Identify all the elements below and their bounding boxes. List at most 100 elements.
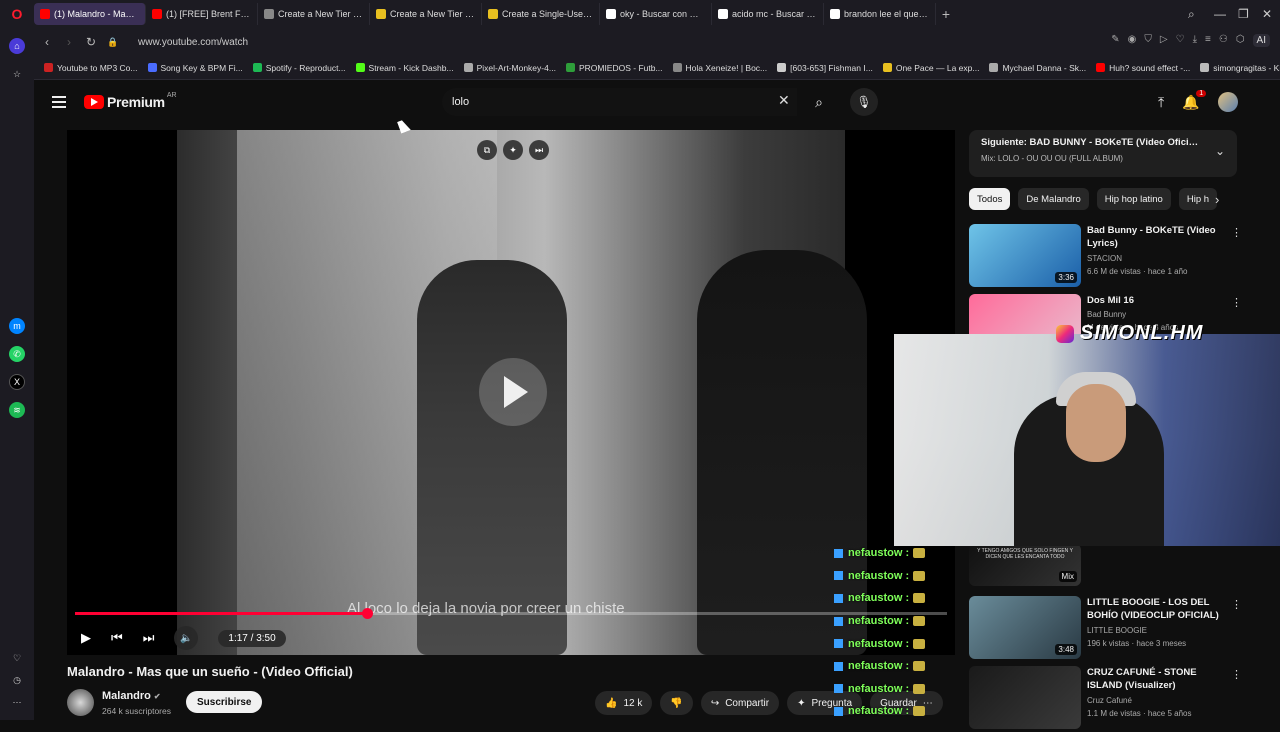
channel-name[interactable]: Malandro bbox=[102, 690, 151, 702]
play-icon[interactable]: ▷ bbox=[1160, 34, 1168, 47]
bookmark-item[interactable]: Pixel-Art-Monkey-4... bbox=[463, 63, 556, 73]
search-icon[interactable]: ⌕ bbox=[802, 88, 836, 116]
filter-chip[interactable]: Hip h bbox=[1178, 188, 1218, 210]
progress-bar[interactable] bbox=[75, 608, 947, 619]
search-input[interactable]: lolo bbox=[442, 88, 797, 116]
heart-icon[interactable]: ♡ bbox=[1176, 34, 1185, 47]
messenger-icon[interactable]: m bbox=[9, 318, 25, 334]
recommendation-title[interactable]: Bad Bunny - BOKeTE (Video Lyrics) bbox=[1087, 224, 1225, 250]
recommendation-thumbnail[interactable]: Y TENGO AMIGOS QUE SOLO FINGEN Y DICEN Q… bbox=[969, 544, 1081, 586]
recommendation-item[interactable]: Y TENGO AMIGOS QUE SOLO FINGEN Y DICEN Q… bbox=[969, 544, 1244, 590]
browser-tab[interactable]: brandon lee el queschuga bbox=[824, 3, 936, 25]
copy-icon[interactable]: ⧉ bbox=[477, 140, 497, 160]
youtube-logo[interactable]: Premium AR bbox=[84, 92, 177, 110]
channel-avatar[interactable] bbox=[67, 689, 94, 716]
bookmark-item[interactable]: simongragitas - Kic... bbox=[1200, 63, 1280, 73]
home-icon[interactable]: ⌂ bbox=[9, 38, 25, 54]
bookmark-item[interactable]: Stream - Kick Dashb... bbox=[355, 63, 454, 73]
big-play-icon[interactable] bbox=[479, 358, 547, 426]
recommendation-title[interactable]: LITTLE BOOGIE - LOS DEL BOHÍO (VIDEOCLIP… bbox=[1087, 596, 1225, 622]
next-icon[interactable]: ⏭ bbox=[143, 630, 155, 646]
chevron-right-icon[interactable]: › bbox=[1215, 192, 1219, 207]
search-tabs-icon[interactable]: ⌕ bbox=[1188, 0, 1195, 28]
dislike-button[interactable]: 👎 bbox=[660, 691, 693, 715]
forward-icon[interactable]: › bbox=[58, 35, 80, 49]
history-icon[interactable]: ◷ bbox=[9, 672, 25, 688]
previous-icon[interactable]: ⏮ bbox=[111, 630, 123, 646]
close-window-icon[interactable]: ✕ bbox=[1262, 0, 1272, 28]
recommendation-title[interactable]: Dos Mil 16 bbox=[1087, 294, 1225, 307]
bookmark-item[interactable]: [603-653] Fishman I... bbox=[777, 63, 873, 73]
bookmark-item[interactable]: Hola Xeneize! | Boc... bbox=[672, 63, 767, 73]
browser-tab[interactable]: Create a Single-Use Tier L bbox=[482, 3, 600, 25]
filter-chip[interactable]: Hip hop latino bbox=[1096, 188, 1171, 210]
bookmark-item[interactable]: Song Key & BPM Fi... bbox=[147, 63, 243, 73]
notifications-icon[interactable]: 🔔 1 bbox=[1182, 89, 1207, 111]
download-icon[interactable]: ⤓ bbox=[1193, 34, 1197, 47]
spotify-icon[interactable]: ≋ bbox=[9, 402, 25, 418]
minimize-icon[interactable]: — bbox=[1214, 0, 1226, 28]
share-button[interactable]: ↪ Compartir bbox=[700, 691, 780, 715]
verified-icon: ✔ bbox=[153, 692, 161, 701]
skip-icon[interactable]: ⏭ bbox=[529, 140, 549, 160]
whatsapp-icon[interactable]: ✆ bbox=[9, 346, 25, 362]
x-twitter-icon[interactable]: X bbox=[9, 374, 25, 390]
browser-tab[interactable]: oky - Buscar con Google bbox=[600, 3, 712, 25]
recommendation-item[interactable]: CRUZ CAFUNÉ - STONE ISLAND (Visualizer) C… bbox=[969, 666, 1244, 732]
volume-icon[interactable]: 🔈 bbox=[174, 626, 199, 650]
back-icon[interactable]: ‹ bbox=[36, 35, 58, 49]
more-options-icon[interactable]: ⋮ bbox=[1231, 296, 1242, 309]
shield-icon[interactable]: ⛉ bbox=[1144, 34, 1152, 47]
upload-icon[interactable]: ⤒ bbox=[1158, 94, 1164, 111]
more-options-icon[interactable]: ⋮ bbox=[1231, 226, 1242, 239]
opera-logo-icon[interactable]: O bbox=[0, 0, 34, 28]
bookmark-item[interactable]: One Pace — La exp... bbox=[882, 63, 979, 73]
bookmark-item[interactable]: PROMIEDOS - Futb... bbox=[565, 63, 663, 73]
bookmark-item[interactable]: Spotify - Reproduct... bbox=[252, 63, 346, 73]
channel-name-row[interactable]: Malandro ✔ bbox=[102, 690, 161, 702]
more-options-icon[interactable]: ⋮ bbox=[1231, 598, 1242, 611]
browser-tab[interactable]: Create a New Tier List - Ti bbox=[258, 3, 370, 25]
maximize-icon[interactable]: ❐ bbox=[1238, 0, 1249, 28]
browser-tab[interactable]: (1) [FREE] Brent Faiyaz x S bbox=[146, 3, 258, 25]
play-icon[interactable]: ▶ bbox=[81, 630, 91, 646]
filter-chip[interactable]: Todos bbox=[969, 188, 1011, 210]
chat-username: nefaustow : bbox=[848, 615, 910, 628]
new-tab-button[interactable]: + bbox=[936, 6, 956, 22]
bookmark-item[interactable]: Huh? sound effect -... bbox=[1096, 63, 1190, 73]
clear-search-icon[interactable]: ✕ bbox=[778, 92, 790, 109]
profile-icon[interactable]: ⚇ bbox=[1219, 34, 1228, 47]
recommendation-item[interactable]: 3:36 Bad Bunny - BOKeTE (Video Lyrics) STA… bbox=[969, 224, 1244, 290]
sparkle-icon[interactable]: ✦ bbox=[503, 140, 523, 160]
url-field[interactable]: www.youtube.com/watch bbox=[138, 37, 248, 48]
recommendation-title[interactable]: CRUZ CAFUNÉ - STONE ISLAND (Visualizer) bbox=[1087, 666, 1225, 692]
more-options-icon[interactable]: ⋮ bbox=[1231, 668, 1242, 681]
chat-badge-icon bbox=[834, 616, 843, 626]
browser-tab[interactable]: (1) Malandro - Mas que u bbox=[34, 3, 146, 25]
camera-icon[interactable]: ◉ bbox=[1128, 34, 1137, 47]
reload-icon[interactable]: ↻ bbox=[80, 35, 102, 49]
recommendation-item[interactable]: 3:48 LITTLE BOOGIE - LOS DEL BOHÍO (VIDEO… bbox=[969, 596, 1244, 662]
recommendation-thumbnail[interactable]: 3:36 bbox=[969, 224, 1081, 287]
chevron-down-icon[interactable]: ⌄ bbox=[1215, 144, 1225, 158]
ai-button[interactable]: AI bbox=[1252, 34, 1270, 47]
browser-tab[interactable]: Create a New Tier List - Ti bbox=[370, 3, 482, 25]
edit-icon[interactable]: ✎ bbox=[1111, 34, 1119, 47]
subscribe-button[interactable]: Suscribirse bbox=[186, 691, 263, 713]
bookmark-item[interactable]: Mychael Danna - Sk... bbox=[989, 63, 1086, 73]
extension-icon[interactable]: ⬡ bbox=[1236, 34, 1245, 47]
browser-tab[interactable]: acido mc - Buscar con Go bbox=[712, 3, 824, 25]
recommendation-thumbnail[interactable]: 3:48 bbox=[969, 596, 1081, 659]
up-next-card[interactable]: Siguiente: BAD BUNNY - BOKeTE (Video Ofi… bbox=[969, 130, 1237, 177]
account-avatar[interactable] bbox=[1217, 92, 1238, 112]
video-player[interactable]: ⧉ ✦ ⏭ Al loco lo deja la novia por creer… bbox=[67, 130, 955, 655]
microphone-icon[interactable]: 🎙 bbox=[850, 88, 878, 116]
star-icon[interactable]: ☆ bbox=[9, 66, 25, 82]
bookmark-item[interactable]: Youtube to MP3 Co... bbox=[44, 63, 138, 73]
heart-icon[interactable]: ♡ bbox=[9, 650, 25, 666]
menu-icon[interactable]: ≡ bbox=[1205, 34, 1211, 47]
filter-chip[interactable]: De Malandro bbox=[1018, 188, 1089, 210]
menu-hamburger-icon[interactable] bbox=[52, 96, 66, 108]
more-icon[interactable]: ⋯ bbox=[9, 694, 25, 710]
like-button[interactable]: 👍 12 k bbox=[595, 691, 653, 715]
